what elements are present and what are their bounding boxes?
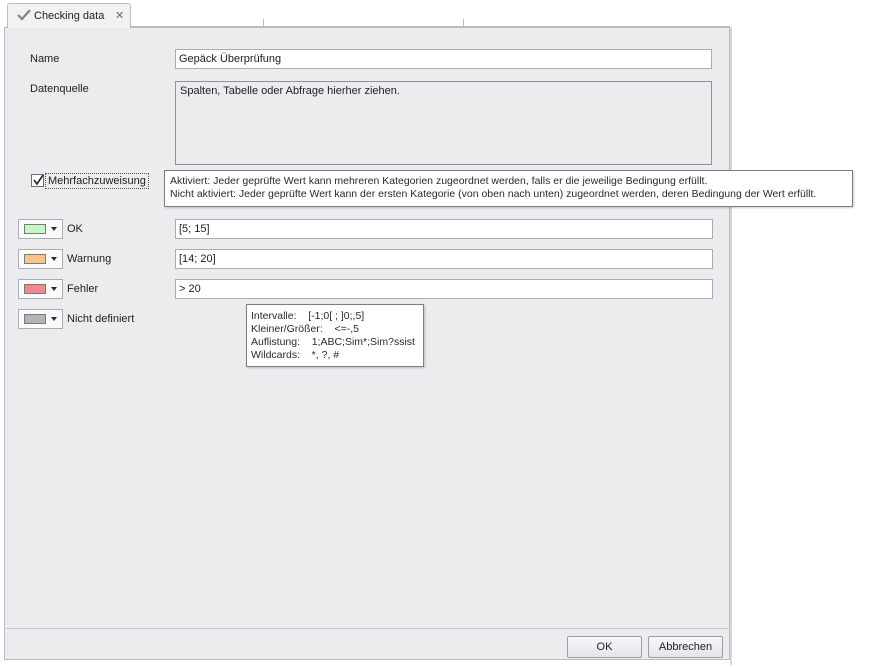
tab-strip-divider	[263, 19, 264, 26]
ok-button[interactable]: OK	[567, 636, 642, 658]
checkmark-icon	[33, 175, 44, 186]
color-picker-nicht-definiert[interactable]	[18, 309, 63, 329]
source-label: Datenquelle	[30, 83, 89, 95]
multi-assign-tooltip: Aktiviert: Jeder geprüfte Wert kann mehr…	[164, 170, 853, 207]
tooltip-row: Kleiner/Größer: <=-,5	[251, 323, 359, 335]
category-label-nicht-definiert: Nicht definiert	[67, 313, 135, 325]
chevron-down-icon	[51, 317, 57, 321]
tab-title: Checking data	[34, 10, 105, 22]
tooltip-line: Nicht aktiviert: Jeder geprüfte Wert kan…	[170, 188, 817, 200]
color-swatch	[24, 284, 46, 294]
condition-input-warnung[interactable]: [14; 20]	[175, 249, 713, 269]
footer-divider	[4, 628, 730, 629]
tooltip-line: Aktiviert: Jeder geprüfte Wert kann mehr…	[170, 175, 708, 187]
category-label-fehler: Fehler	[67, 283, 99, 295]
tooltip-row: Intervalle: [-1;0[ ; ]0;,5]	[251, 310, 365, 322]
tab-strip-divider	[463, 19, 464, 26]
checkmark-icon	[17, 9, 31, 24]
color-picker-ok[interactable]	[18, 219, 63, 239]
color-swatch	[24, 314, 46, 324]
panel-shadow	[730, 27, 732, 665]
multi-assign-label[interactable]: Mehrfachzuweisung	[45, 173, 149, 189]
datasource-drop-area[interactable]: Spalten, Tabelle oder Abfrage hierher zi…	[175, 81, 712, 165]
name-label: Name	[30, 53, 60, 65]
color-picker-fehler[interactable]	[18, 279, 63, 299]
close-icon[interactable]: ✕	[115, 9, 124, 22]
syntax-help-tooltip: Intervalle: [-1;0[ ; ]0;,5] Kleiner/Größ…	[246, 304, 424, 367]
category-label-warnung: Warnung	[67, 253, 112, 265]
condition-input-fehler[interactable]: > 20	[175, 279, 713, 299]
tooltip-row: Auflistung: 1;ABC;Sim*;Sim?ssist	[251, 336, 415, 348]
chevron-down-icon	[51, 227, 57, 231]
chevron-down-icon	[51, 287, 57, 291]
color-swatch	[24, 254, 46, 264]
condition-input-ok[interactable]: [5; 15]	[175, 219, 713, 239]
category-label-ok: OK	[67, 223, 83, 235]
chevron-down-icon	[51, 257, 57, 261]
color-swatch	[24, 224, 46, 234]
color-picker-warnung[interactable]	[18, 249, 63, 269]
tab-checking-data[interactable]: Checking data ✕	[7, 3, 131, 28]
name-input[interactable]: Gepäck Überprüfung	[175, 49, 712, 69]
cancel-button[interactable]: Abbrechen	[648, 636, 723, 658]
multi-assign-checkbox[interactable]	[31, 174, 44, 187]
tooltip-row: Wildcards: *, ?, #	[251, 349, 340, 361]
